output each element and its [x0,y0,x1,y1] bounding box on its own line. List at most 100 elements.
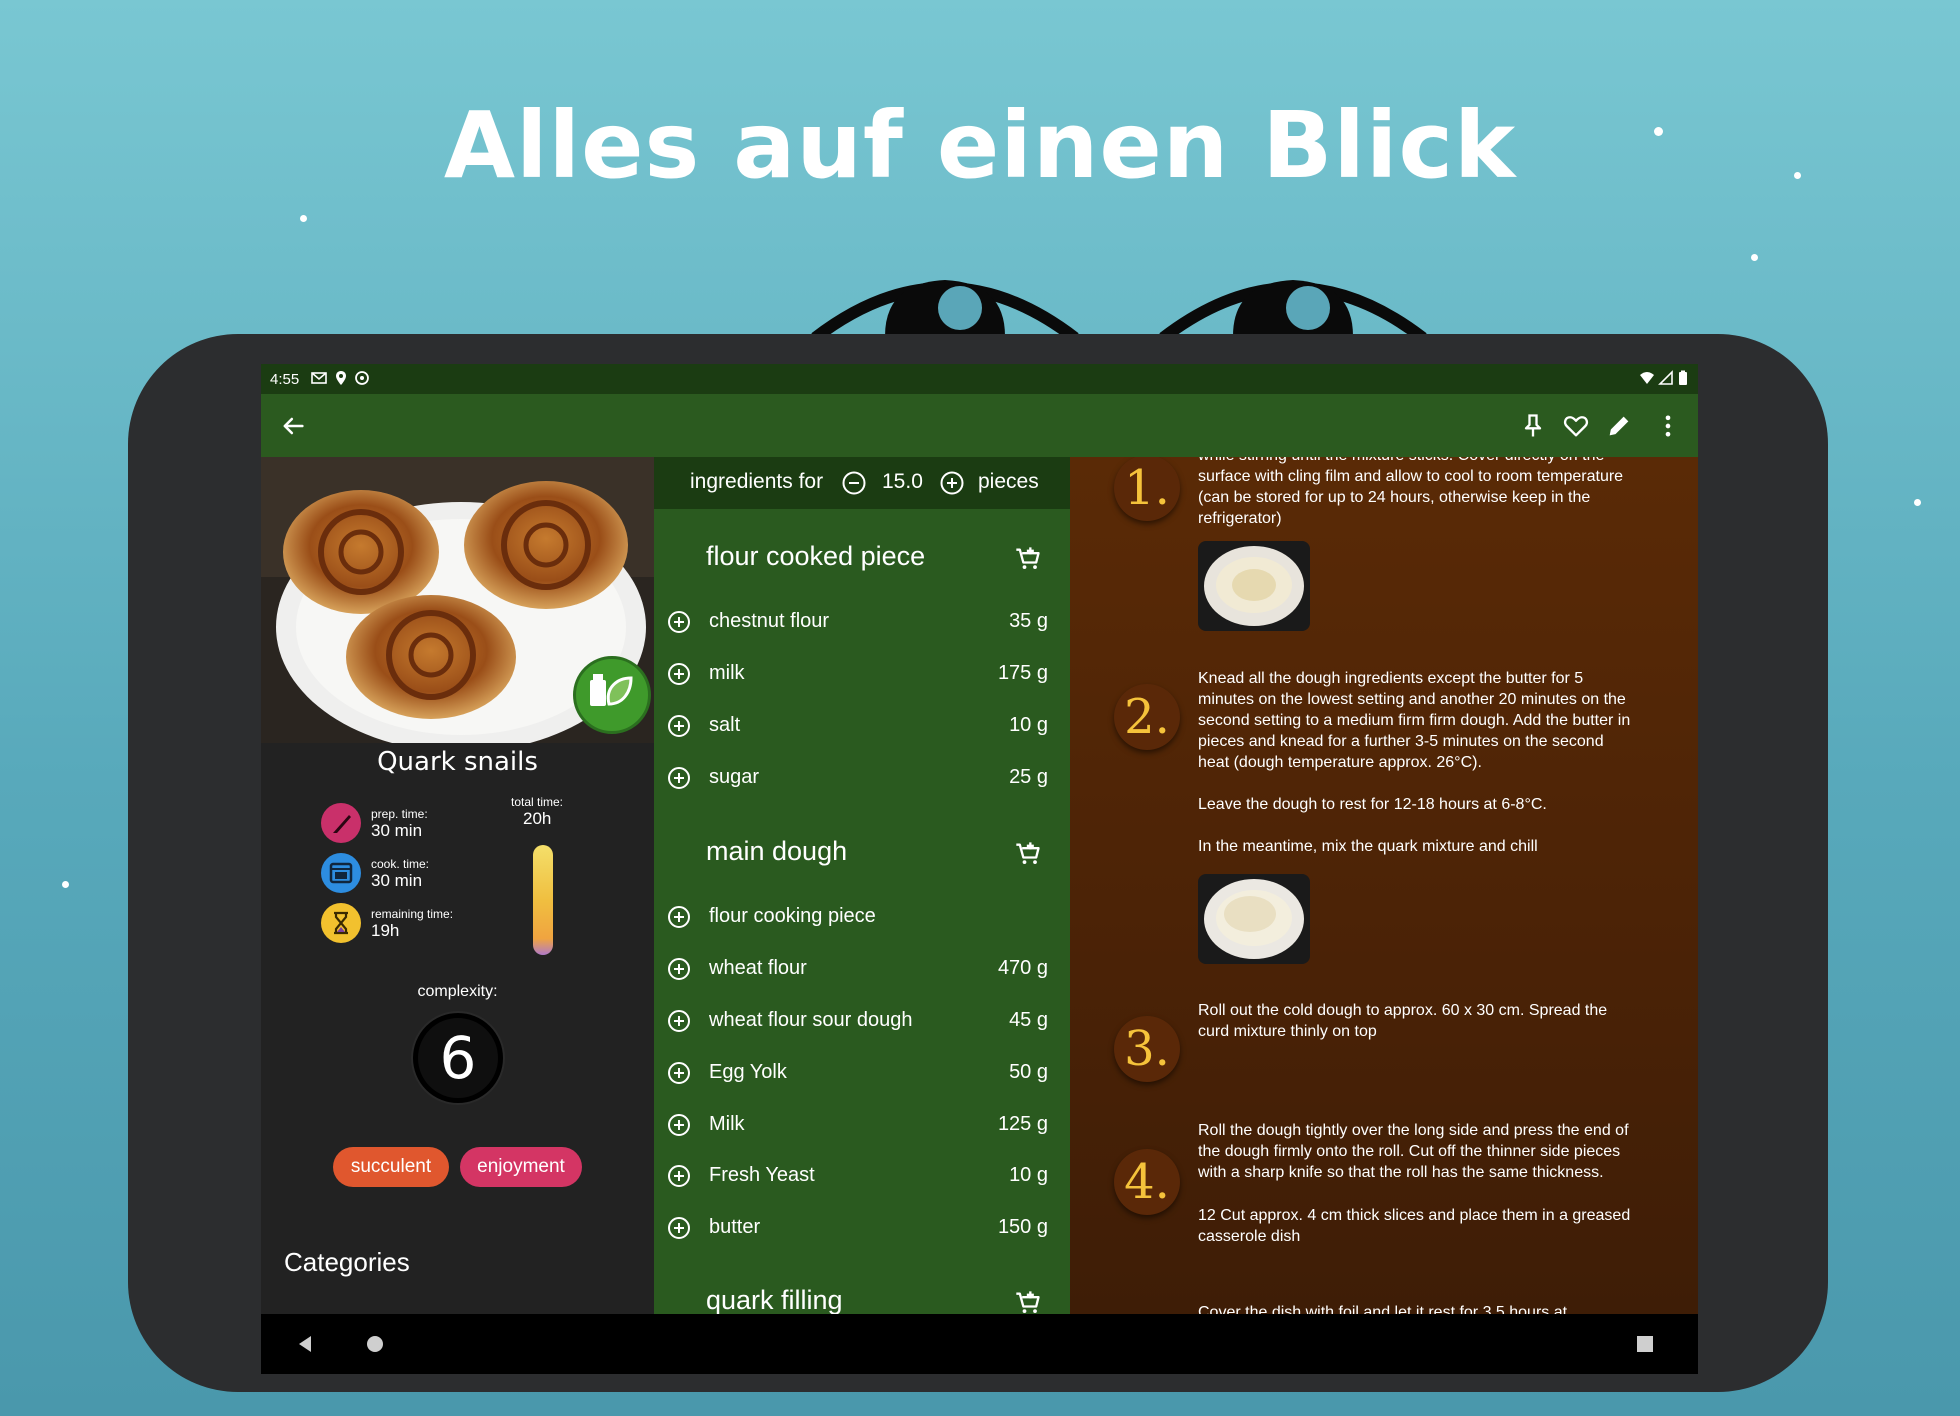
star-decoration [1794,172,1801,179]
minus-circle-icon[interactable] [840,469,868,497]
ingredient-quantity: 10 g [1009,1164,1048,1186]
cart-add-icon[interactable] [1014,1289,1042,1314]
ingredient-row[interactable]: milk 175 g [654,654,1070,694]
step-text: Roll the dough tightly over the long sid… [1198,1122,1629,1181]
ingredient-quantity: 25 g [1009,766,1048,788]
step-photo[interactable] [1198,874,1310,964]
ingredient-row[interactable]: wheat flour 470 g [654,949,1070,989]
ingredient-name: butter [709,1216,761,1238]
hourglass-icon [321,903,361,943]
tag-enjoyment[interactable]: enjoyment [460,1147,582,1187]
prep-time-label: prep. time: [371,807,428,821]
ingredient-group-title: flour cooked piece [706,541,926,571]
ingredient-row[interactable]: flour cooking piece [654,897,1070,937]
system-nav-bar [261,1314,1698,1374]
plus-circle-icon[interactable] [666,713,692,739]
ingredient-name: chestnut flour [709,610,830,632]
oven-icon [321,853,361,893]
step-text: Cover the dish with foil and let it rest… [1198,1304,1568,1314]
ingredient-row[interactable]: sugar 25 g [654,758,1070,798]
back-arrow-icon[interactable] [279,412,307,440]
step-photo[interactable] [1198,541,1310,631]
plus-circle-icon[interactable] [666,956,692,982]
ingredient-name: wheat flour [709,957,807,979]
ingredient-quantity: 150 g [997,1216,1048,1238]
time-progress-bar [533,845,553,955]
ingredient-quantity: 470 g [997,957,1048,979]
portion-label: ingredients for [690,470,824,493]
app-bar [261,394,1698,457]
nav-home-icon[interactable] [366,1335,384,1353]
sync-icon [355,371,369,385]
remaining-time-value: 19h [371,921,400,940]
step-text: Knead all the dough ingredients except t… [1198,670,1631,771]
plus-circle-icon[interactable] [666,765,692,791]
plus-circle-icon[interactable] [938,469,966,497]
portion-unit: pieces [978,470,1039,493]
ingredient-name: Milk [709,1113,745,1135]
cart-add-icon[interactable] [1014,545,1042,573]
ingredient-quantity: 10 g [1009,714,1048,736]
ingredient-quantity: 125 g [997,1113,1048,1135]
nav-recents-icon[interactable] [1636,1335,1654,1353]
ingredient-quantity: 175 g [997,662,1048,684]
plus-circle-icon[interactable] [666,904,692,930]
ingredient-name: Fresh Yeast [709,1164,815,1186]
recipe-title: Quark snails [377,747,538,777]
ingredients-panel: ingredients for 15.0 pieces flour cooked… [654,457,1070,1314]
star-decoration [1654,127,1663,136]
step-text: Roll out the cold dough to approx. 60 x … [1198,1002,1608,1040]
cart-add-icon[interactable] [1014,840,1042,868]
location-icon [336,371,346,385]
ingredient-quantity: 35 g [1009,610,1048,632]
total-time-label: total time: [511,795,564,809]
ingredient-name: wheat flour sour dough [709,1009,913,1031]
plus-circle-icon[interactable] [666,609,692,635]
categories-heading: Categories [284,1247,410,1277]
preparation-steps-panel: 1. while stirring until the mixture stic… [1070,457,1698,1314]
portion-selector: ingredients for 15.0 pieces [654,457,1070,509]
wifi-icon [1640,372,1654,384]
total-time-value: 20h [523,809,552,828]
portion-value: 15.0 [882,470,923,493]
ingredient-row[interactable]: Fresh Yeast 10 g [654,1156,1070,1196]
ingredient-row[interactable]: salt 10 g [654,706,1070,746]
star-decoration [1751,254,1758,261]
star-decoration [1914,499,1921,506]
edit-pencil-icon[interactable] [1605,412,1633,440]
tag-succulent[interactable]: succulent [333,1147,449,1187]
plus-circle-icon[interactable] [666,1215,692,1241]
knife-icon [321,803,361,843]
heart-icon[interactable] [1562,412,1590,440]
ingredient-quantity: 50 g [1009,1061,1048,1083]
plus-circle-icon[interactable] [666,661,692,687]
ingredient-row[interactable]: butter 150 g [654,1208,1070,1248]
headline: Alles auf einen Blick [443,92,1517,199]
gmail-icon [311,372,327,384]
plus-circle-icon[interactable] [666,1163,692,1189]
ingredient-row[interactable]: chestnut flour 35 g [654,602,1070,642]
ingredient-row[interactable]: wheat flour sour dough 45 g [654,1001,1070,1041]
ingredient-name: Egg Yolk [709,1061,787,1083]
ingredient-name: salt [709,714,741,736]
plus-circle-icon[interactable] [666,1060,692,1086]
nav-back-icon[interactable] [295,1334,315,1354]
prep-time-value: 30 min [371,821,423,840]
recipe-overview-panel: Quark snails prep. time: 30 min cook. ti… [261,457,654,1314]
ingredient-row[interactable]: Milk 125 g [654,1105,1070,1145]
step-text: while stirring until the mixture sticks.… [1198,457,1624,527]
ingredient-group-title: main dough [706,836,848,866]
step-text: Leave the dough to rest for 12-18 hours … [1198,796,1547,813]
plus-circle-icon[interactable] [666,1008,692,1034]
complexity-indicator: 6 [413,1013,503,1103]
cook-time-value: 30 min [371,871,423,890]
star-decoration [300,215,307,222]
plus-circle-icon[interactable] [666,1112,692,1138]
star-decoration [62,881,69,888]
cook-time-label: cook. time: [371,857,430,871]
remaining-time-row: remaining time: 19h [321,903,521,947]
ingredient-row[interactable]: Egg Yolk 50 g [654,1053,1070,1093]
status-time: 4:55 [270,371,300,388]
pin-icon[interactable] [1519,412,1547,440]
more-vert-icon[interactable] [1654,412,1682,440]
